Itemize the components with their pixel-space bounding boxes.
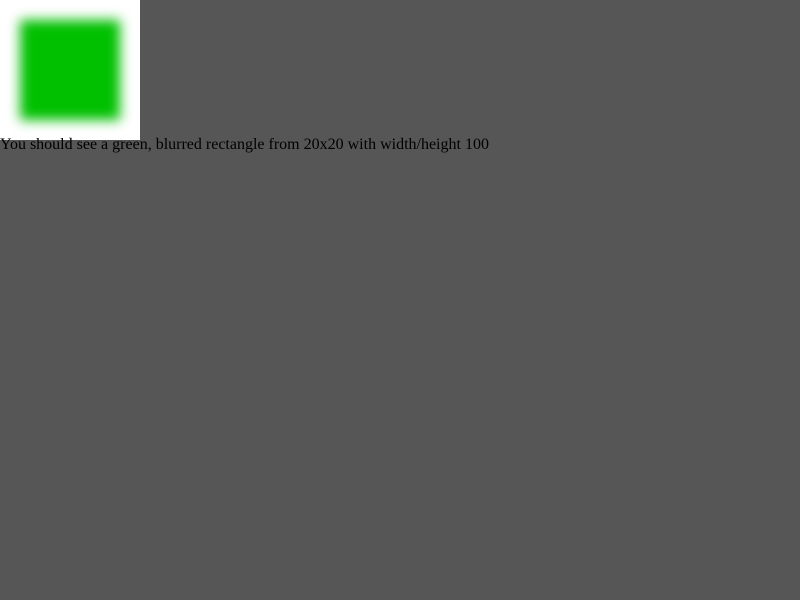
instruction-text: You should see a green, blurred rectangl… xyxy=(0,136,489,153)
test-canvas xyxy=(0,0,140,140)
blurred-green-rectangle xyxy=(20,20,120,120)
page: You should see a green, blurred rectangl… xyxy=(0,0,800,600)
